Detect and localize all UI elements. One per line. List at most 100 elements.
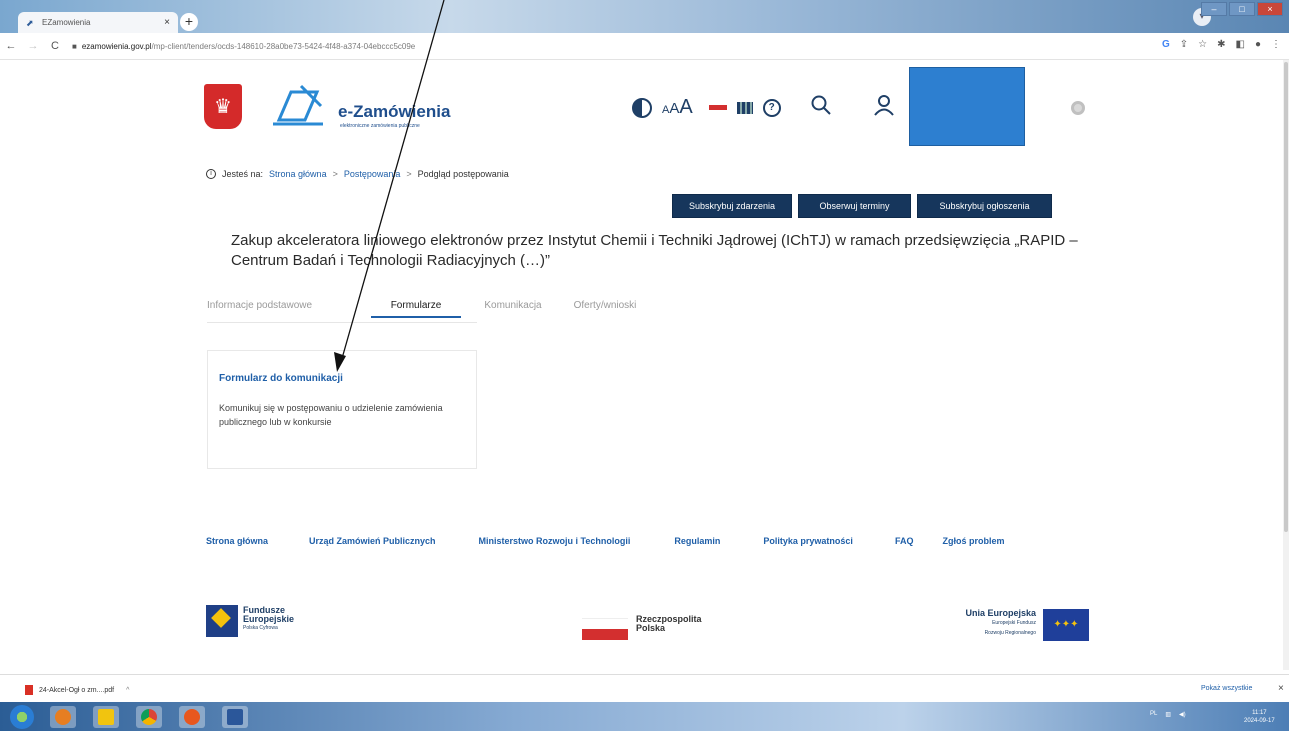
account-icon[interactable]: ● xyxy=(1255,39,1261,50)
action-buttons: Subskrybuj zdarzenia Obserwuj terminy Su… xyxy=(672,194,1052,218)
sidepanel-icon[interactable]: ◧ xyxy=(1236,39,1245,50)
ue-line1: Unia Europejska xyxy=(965,608,1036,618)
bookmark-star-icon[interactable]: ☆ xyxy=(1198,39,1207,50)
breadcrumb-current: Podgląd postępowania xyxy=(417,169,509,179)
footer-link-privacy[interactable]: Polityka prywatności xyxy=(763,536,853,546)
browser-toolbar: ← → C ■ ezamowienia.gov.pl /mp-client/te… xyxy=(0,33,1289,60)
chevron-up-icon[interactable]: ^ xyxy=(126,687,129,694)
settings-icon[interactable] xyxy=(1071,101,1085,115)
toolbar-extensions: G ⇪ ☆ ✱ ◧ ● ⋮ xyxy=(1162,39,1281,50)
search-icon[interactable] xyxy=(810,94,832,116)
tray-volume-icon[interactable]: ◀) xyxy=(1179,711,1186,718)
font-medium-button[interactable]: A xyxy=(669,100,679,117)
eu-flag-icon: ✦✦✦ xyxy=(1043,609,1089,641)
page-content: ♛ e-Zamówienia elektroniczne zamówienia … xyxy=(0,60,1283,670)
taskbar-clock[interactable]: 11:17 2024-09-17 xyxy=(1244,709,1275,725)
footer-link-terms[interactable]: Regulamin xyxy=(674,536,720,546)
tab-forms[interactable]: Formularze xyxy=(371,295,461,318)
font-large-button[interactable]: A xyxy=(679,96,692,118)
tray-network-icon[interactable]: ▥ xyxy=(1165,711,1171,718)
breadcrumb-separator: > xyxy=(406,169,412,179)
taskbar-app-media[interactable] xyxy=(50,706,76,728)
info-icon: i xyxy=(206,169,216,179)
redacted-area xyxy=(909,67,1025,146)
rp-line2: Polska xyxy=(636,623,666,633)
footer-link-ministry[interactable]: Ministerstwo Rozwoju i Technologii xyxy=(479,536,631,546)
tab-communication[interactable]: Komunikacja xyxy=(461,295,565,318)
tab-basic-info[interactable]: Informacje podstawowe xyxy=(207,295,371,318)
accessibility-tools: AAA ? xyxy=(632,96,781,119)
breadcrumb-home[interactable]: Strona główna xyxy=(269,169,327,179)
breadcrumb: i Jesteś na: Strona główna > Postępowani… xyxy=(206,169,509,179)
browser-menu-icon[interactable]: ⋮ xyxy=(1271,39,1281,50)
forward-button[interactable]: → xyxy=(22,40,44,52)
eu-logo-text: Unia Europejska Europejski Fundusz Rozwo… xyxy=(956,608,1036,638)
breadcrumb-prefix: Jesteś na: xyxy=(222,169,264,179)
logo-title[interactable]: e-Zamówienia xyxy=(338,102,450,122)
download-bar-close-icon[interactable]: × xyxy=(1278,683,1284,694)
screen: ⬈ EZamowienia × + ▾ – □ × ← → C ■ ezamow… xyxy=(0,0,1289,731)
download-item[interactable]: 24-Akcel-Ogł o zm....pdf ^ xyxy=(25,685,129,695)
subscribe-events-button[interactable]: Subskrybuj zdarzenia xyxy=(672,194,792,218)
card-description: Komunikuj się w postępowaniu o udzieleni… xyxy=(219,403,443,427)
breadcrumb-proceedings[interactable]: Postępowania xyxy=(344,169,401,179)
form-card[interactable]: Formularz do komunikacji Komunikuj się w… xyxy=(207,350,477,469)
taskbar-app-firefox[interactable] xyxy=(179,706,205,728)
contrast-icon[interactable] xyxy=(632,97,652,118)
ezamowienia-logo-icon[interactable] xyxy=(271,82,327,128)
start-button[interactable] xyxy=(10,705,34,729)
url-host: ezamowienia.gov.pl xyxy=(81,41,152,51)
polish-language-icon[interactable] xyxy=(708,105,727,110)
maximize-button[interactable]: □ xyxy=(1229,2,1255,16)
tab-title: EZamowienia xyxy=(42,18,91,27)
page-scrollbar[interactable] xyxy=(1283,60,1289,670)
system-tray: PL ▥ ◀) xyxy=(1150,711,1186,718)
tray-language-icon[interactable]: PL xyxy=(1150,711,1157,718)
address-bar[interactable]: ■ ezamowienia.gov.pl /mp-client/tenders/… xyxy=(72,42,415,51)
minimize-button[interactable]: – xyxy=(1201,2,1227,16)
footer-link-home[interactable]: Strona główna xyxy=(206,536,268,546)
back-button[interactable]: ← xyxy=(0,40,22,52)
ue-line3: Rozwoju Regionalnego xyxy=(984,630,1036,636)
tab-bar: Informacje podstawowe Formularze Komunik… xyxy=(207,295,645,318)
browser-tabstrip: ⬈ EZamowienia × + ▾ – □ × xyxy=(0,0,1289,33)
logo-subtitle: elektroniczne zamówienia publiczne xyxy=(340,123,420,129)
close-window-button[interactable]: × xyxy=(1257,2,1283,16)
footer-link-report-problem[interactable]: Zgłoś problem xyxy=(942,536,1004,546)
download-bar: 24-Akcel-Ogł o zm....pdf ^ Pokaż wszystk… xyxy=(0,674,1289,702)
clock-time: 11:17 xyxy=(1252,710,1267,716)
footer-link-faq[interactable]: FAQ xyxy=(895,536,914,546)
help-icon[interactable]: ? xyxy=(762,98,781,117)
taskbar-app-chrome[interactable] xyxy=(136,706,162,728)
ue-line2: Europejski Fundusz xyxy=(992,620,1036,626)
footer-link-uzp[interactable]: Urząd Zamówień Publicznych xyxy=(309,536,436,546)
scrollbar-thumb[interactable] xyxy=(1284,62,1288,532)
extensions-icon[interactable]: ✱ xyxy=(1217,39,1225,50)
watch-deadlines-button[interactable]: Obserwuj terminy xyxy=(798,194,911,218)
european-funds-logo-icon xyxy=(206,605,238,637)
tab-offers[interactable]: Oferty/wnioski xyxy=(565,295,645,318)
subscribe-notices-button[interactable]: Subskrybuj ogłoszenia xyxy=(917,194,1052,218)
lock-icon: ■ xyxy=(72,41,77,51)
clock-date: 2024-09-17 xyxy=(1244,718,1275,724)
reload-button[interactable]: C xyxy=(44,40,66,52)
share-icon[interactable]: ⇪ xyxy=(1180,39,1188,50)
card-title-link[interactable]: Formularz do komunikacji xyxy=(219,373,343,384)
font-size-controls: AAA xyxy=(662,96,693,119)
english-language-icon[interactable] xyxy=(736,101,753,114)
taskbar-app-word[interactable] xyxy=(222,706,248,728)
breadcrumb-separator: > xyxy=(332,169,338,179)
download-file-name[interactable]: 24-Akcel-Ogł o zm....pdf xyxy=(39,687,114,694)
polish-flag-icon xyxy=(582,618,628,640)
fe-line3: Polska Cyfrowa xyxy=(243,625,278,631)
page-title: Zakup akceleratora liniowego elektronów … xyxy=(231,232,1078,269)
new-tab-button[interactable]: + xyxy=(180,13,198,31)
browser-tab[interactable]: ⬈ EZamowienia × xyxy=(18,12,178,33)
taskbar-app-explorer[interactable] xyxy=(93,706,119,728)
european-funds-logo-text: Fundusze Europejskie Polska Cyfrowa xyxy=(243,606,294,633)
tab-close-icon[interactable]: × xyxy=(164,17,170,28)
google-icon[interactable]: G xyxy=(1162,39,1170,50)
site-favicon-icon: ⬈ xyxy=(26,17,34,28)
show-all-downloads-link[interactable]: Pokaż wszystkie xyxy=(1201,685,1252,692)
user-icon[interactable] xyxy=(873,94,895,116)
